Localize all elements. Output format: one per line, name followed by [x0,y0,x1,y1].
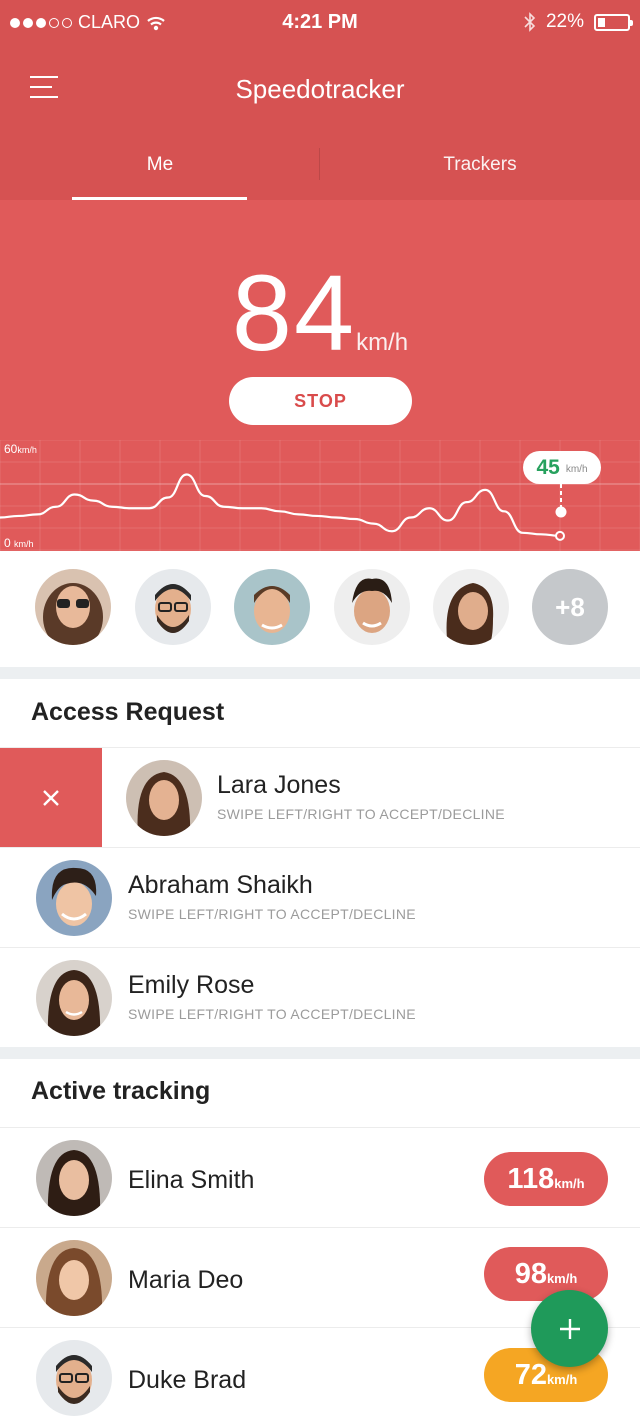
speed-badge: 98 km/h [484,1247,608,1301]
bluetooth-icon [524,12,536,32]
avatar [126,760,202,836]
speed-badge-value: 118 [507,1162,555,1195]
more-trackers-button[interactable]: +8 [532,569,608,645]
avatar [36,1140,112,1216]
request-name: Lara Jones [217,771,341,799]
avatar[interactable] [35,569,111,645]
request-hint: SWIPE LEFT/RIGHT TO ACCEPT/DECLINE [217,806,505,822]
app-header: CLARO 4:21 PM 22% Speedotracker Me Track… [0,0,640,200]
status-bar: CLARO 4:21 PM 22% [0,0,640,46]
list-item[interactable]: Abraham Shaikh SWIPE LEFT/RIGHT TO ACCEP… [0,847,640,947]
list-item[interactable]: Lara Jones SWIPE LEFT/RIGHT TO ACCEPT/DE… [0,747,640,848]
tab-bar: Me Trackers [0,130,640,200]
avatar [36,1340,112,1416]
section-separator [0,667,640,679]
plus-icon [559,1318,580,1339]
current-marker-point [555,506,567,518]
tooltip-unit: km/h [565,464,588,475]
tracker-avatars: +8 [0,551,640,667]
tracker-name: Elina Smith [128,1166,255,1194]
avatar[interactable] [334,569,410,645]
speed-value: 84 [231,252,357,373]
list-item[interactable]: Emily Rose SWIPE LEFT/RIGHT TO ACCEPT/DE… [0,947,640,1047]
app-title: Speedotracker [235,74,405,104]
avatar [36,960,112,1036]
speed-badge-unit: km/h [546,1371,578,1387]
status-right: 22% [524,11,633,33]
request-name: Abraham Shaikh [128,871,313,899]
close-icon [43,790,59,806]
speed-unit: km/h [356,329,409,356]
speed-badge-value: 72 [514,1358,547,1391]
speed-badge-unit: km/h [554,1175,585,1191]
add-tracker-button[interactable] [531,1290,608,1367]
list-item[interactable]: Elina Smith 118 km/h [0,1127,640,1227]
tooltip-value: 45 [536,455,560,479]
request-name: Emily Rose [128,971,255,999]
tracker-name: Duke Brad [128,1366,247,1394]
battery-icon [594,13,633,31]
avatar [36,1240,112,1316]
speed-badge-unit: km/h [546,1270,578,1286]
avatar[interactable] [234,569,310,645]
avatar[interactable] [135,569,211,645]
decline-button[interactable] [0,748,102,848]
request-hint: SWIPE LEFT/RIGHT TO ACCEPT/DECLINE [128,1006,416,1022]
avatar[interactable] [433,569,509,645]
battery-percent: 22% [545,11,584,32]
speed-badge: 118 km/h [484,1152,608,1206]
current-speed: 84km/h [0,250,640,375]
avatar [36,860,112,936]
tab-me[interactable]: Me [0,130,320,200]
speed-badge-value: 98 [514,1257,547,1290]
access-request-title: Access Request [31,698,225,726]
section-separator [0,1047,640,1059]
request-hint: SWIPE LEFT/RIGHT TO ACCEPT/DECLINE [128,906,416,922]
tracker-name: Maria Deo [128,1266,244,1294]
stop-button[interactable]: STOP [229,377,412,425]
speed-panel: 84km/h STOP 60km/h 0 km/h 45 km/h [0,200,640,551]
tab-trackers[interactable]: Trackers [320,130,640,200]
active-tracking-title: Active tracking [31,1077,211,1105]
speed-tooltip: 45 km/h [523,451,601,484]
series-end-point [555,530,565,541]
